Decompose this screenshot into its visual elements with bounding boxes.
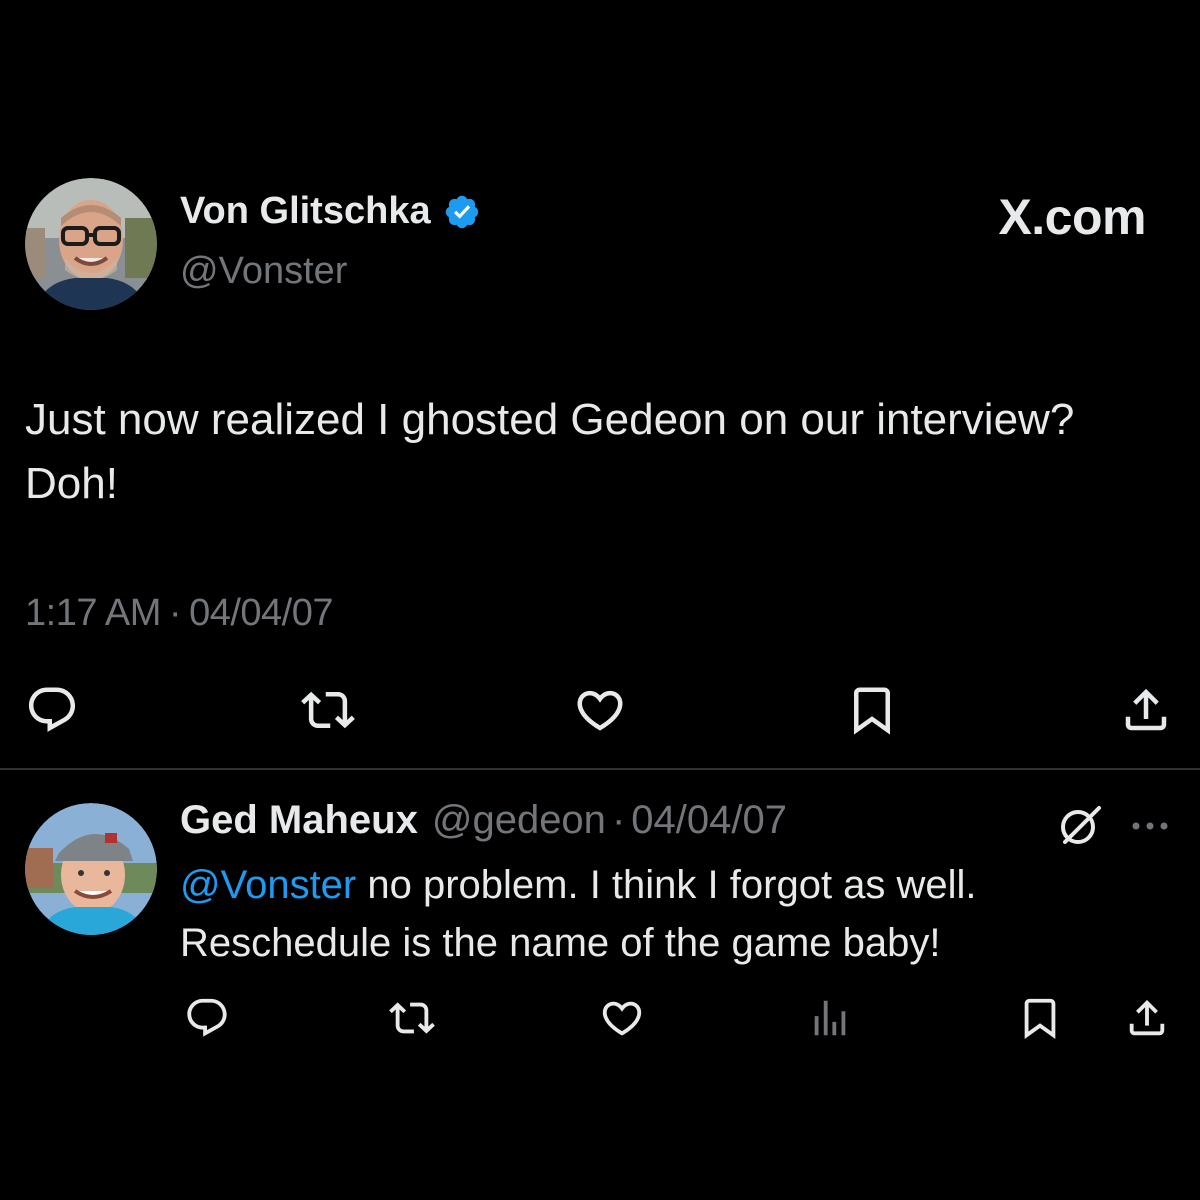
author-avatar[interactable] — [25, 178, 157, 310]
bookmark-icon — [854, 687, 890, 735]
share-icon — [1125, 688, 1167, 731]
tweet-timestamp[interactable]: 1:17 AM · 04/04/07 — [25, 592, 333, 635]
retweet-icon — [301, 691, 355, 729]
like-icon — [577, 690, 623, 731]
reply-date[interactable]: 04/04/07 — [631, 798, 787, 843]
reply-icon — [187, 998, 227, 1037]
more-options-button[interactable] — [1128, 808, 1172, 844]
reply-retweet-button[interactable] — [387, 990, 437, 1046]
reply-author-name[interactable]: Ged Maheux — [180, 798, 418, 843]
reply-share-button[interactable] — [1122, 990, 1172, 1046]
tweet-divider — [0, 768, 1200, 770]
grok-button[interactable] — [1057, 802, 1103, 848]
more-icon — [1132, 822, 1168, 830]
like-icon — [602, 1001, 642, 1036]
bookmark-icon — [1024, 998, 1056, 1039]
reply-mention-link[interactable]: @Vonster — [180, 863, 356, 907]
reply-bookmark-button[interactable] — [1015, 990, 1065, 1046]
reply-icon — [28, 687, 76, 732]
grok-icon — [1061, 806, 1101, 844]
reply-text: @Vonster no problem. I think I forgot as… — [180, 856, 1170, 972]
reply-author-avatar[interactable] — [25, 803, 157, 935]
author-name[interactable]: Von Glitschka — [180, 190, 431, 233]
reply-header: Ged Maheux @gedeon · 04/04/07 — [180, 798, 787, 843]
author-handle[interactable]: @Vonster — [180, 250, 347, 293]
verified-badge-icon — [445, 195, 478, 228]
views-icon — [814, 1000, 846, 1036]
tweet-date: 04/04/07 — [189, 592, 333, 634]
tweet-time: 1:17 AM — [25, 592, 161, 634]
reply-like-button[interactable] — [597, 990, 647, 1046]
tweet-text: Just now realized I ghosted Gedeon on ou… — [25, 395, 1075, 508]
author-name-row[interactable]: Von Glitschka — [180, 190, 481, 233]
like-button[interactable] — [570, 680, 630, 740]
share-icon — [1129, 999, 1165, 1036]
retweet-button[interactable] — [298, 680, 358, 740]
retweet-icon — [389, 1002, 435, 1034]
bookmark-button[interactable] — [842, 680, 902, 740]
reply-separator: · — [611, 798, 626, 842]
reply-views-button[interactable] — [805, 990, 855, 1046]
timestamp-separator: · — [168, 592, 182, 634]
share-button[interactable] — [1116, 680, 1176, 740]
reply-reply-button[interactable] — [182, 990, 232, 1046]
reply-button[interactable] — [22, 680, 82, 740]
reply-author-handle[interactable]: @gedeon — [432, 798, 606, 843]
x-brand-logo: X.com — [998, 189, 1146, 245]
